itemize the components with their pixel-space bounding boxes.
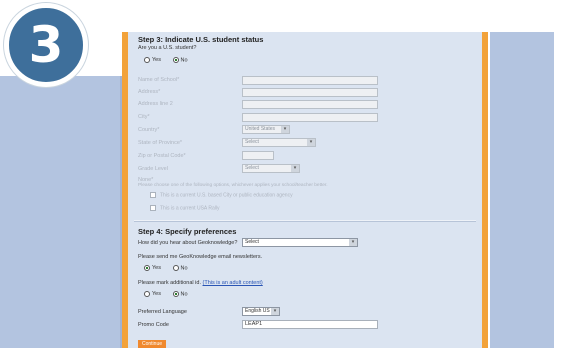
state-value: Select (245, 139, 259, 145)
continue-button[interactable]: Continue (138, 340, 167, 348)
adult-content-radio-group: Yes No (144, 291, 188, 297)
top-margin (100, 0, 554, 32)
hear-about-value: Select (245, 239, 259, 245)
us-student-yes-radio[interactable] (144, 57, 150, 63)
step-number-badge: 3 (4, 3, 88, 87)
address2-input[interactable] (242, 100, 378, 109)
adult-content-prefix: Please mark additional id. (138, 280, 203, 286)
language-select[interactable]: English US ▾ (242, 307, 280, 316)
zip-label: Zip or Postal Code* (138, 153, 186, 159)
newsletter-radio-group: Yes No (144, 265, 188, 271)
state-label: State of Province* (138, 140, 183, 146)
adult-content-label: Please mark additional id. (This is an a… (138, 280, 263, 286)
address-input[interactable] (242, 88, 378, 97)
grade-value: Select (245, 165, 259, 171)
us-student-no-radio[interactable] (172, 57, 179, 63)
us-student-no-label: No (180, 57, 188, 64)
newsletter-label: Please send me GeoKnowledge email newsle… (138, 254, 263, 260)
adult-no-label: No (180, 291, 188, 298)
agency-checkbox-label: This is a current U.S. based City or pub… (160, 192, 293, 199)
hear-about-select[interactable]: Select ▾ (242, 238, 358, 247)
chevron-down-icon: ▾ (271, 308, 279, 315)
right-edge (554, 0, 562, 348)
chevron-down-icon: ▾ (307, 139, 315, 146)
newsletter-yes-label: Yes (152, 265, 161, 272)
address-label: Address* (138, 89, 161, 95)
rally-checkbox-label: This is a current USA Rally (160, 205, 220, 212)
zip-input[interactable] (242, 151, 274, 160)
country-select[interactable]: United States ▾ (242, 125, 290, 134)
step3-title: Step 3: Indicate U.S. student status (138, 35, 264, 44)
orange-border-right (482, 32, 488, 348)
section-divider (134, 220, 476, 222)
adult-no-radio[interactable] (172, 291, 179, 297)
promo-code-input[interactable]: LEAP1 (242, 320, 378, 329)
us-student-radio-group: Yes No (144, 57, 188, 63)
grade-label: Grade Level (138, 166, 168, 172)
city-label: City* (138, 114, 150, 120)
city-input[interactable] (242, 113, 378, 122)
us-student-question: Are you a U.S. student? (138, 45, 197, 51)
registration-form: Step 3: Indicate U.S. student status Are… (128, 32, 482, 348)
right-sidebar-panel (490, 32, 554, 348)
agency-checkbox[interactable] (150, 192, 156, 198)
school-name-input[interactable] (242, 76, 378, 85)
note-help-text: Please choose one of the following optio… (138, 183, 328, 188)
newsletter-no-label: No (180, 265, 188, 272)
country-label: Country* (138, 127, 160, 133)
adult-yes-label: Yes (152, 291, 161, 298)
us-student-yes-label: Yes (152, 57, 161, 64)
adult-yes-radio[interactable] (144, 291, 150, 297)
rally-checkbox[interactable] (150, 205, 156, 211)
state-select[interactable]: Select ▾ (242, 138, 316, 147)
chevron-down-icon: ▾ (349, 239, 357, 246)
country-value: United States (245, 126, 276, 132)
newsletter-no-radio[interactable] (172, 265, 179, 271)
left-sidebar-panel (0, 76, 122, 348)
check-row-2: This is a current USA Rally (150, 205, 219, 211)
check-row-1: This is a current U.S. based City or pub… (150, 192, 293, 198)
grade-select[interactable]: Select ▾ (242, 164, 300, 173)
school-name-label: Name of School* (138, 77, 180, 83)
hear-about-label: How did you hear about Geoknowledge? (138, 240, 238, 246)
chevron-down-icon: ▾ (281, 126, 289, 133)
promo-code-label: Promo Code (138, 322, 169, 328)
step4-title: Step 4: Specify preferences (138, 227, 237, 236)
language-value: English US (245, 308, 270, 314)
newsletter-yes-radio[interactable] (144, 265, 150, 271)
chevron-down-icon: ▾ (291, 165, 299, 172)
address2-label: Address line 2 (138, 101, 173, 107)
language-label: Preferred Language (138, 309, 187, 315)
adult-content-link[interactable]: (This is an adult content) (203, 280, 263, 286)
